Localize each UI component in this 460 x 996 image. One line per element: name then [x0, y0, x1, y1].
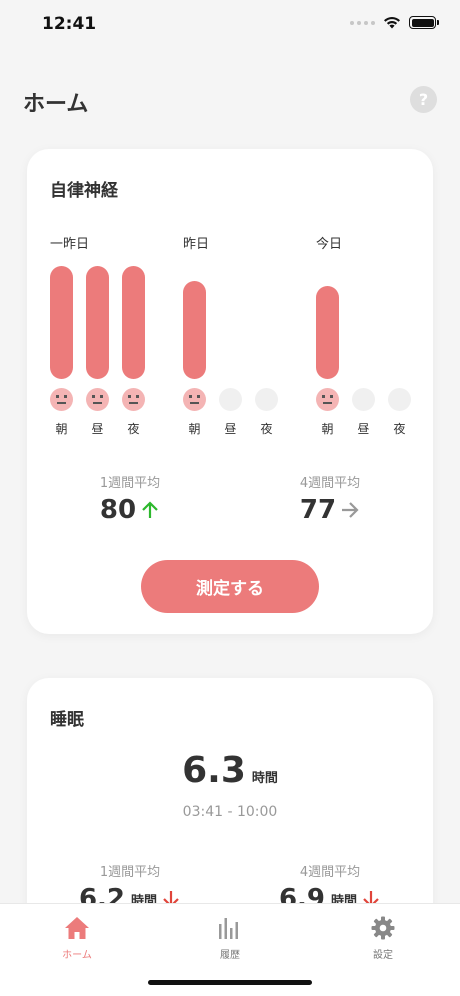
gear-icon — [371, 916, 395, 940]
avg-label: 4週間平均 — [299, 865, 361, 880]
slot-label: 夜 — [393, 422, 406, 436]
tab-label: 設定 — [373, 950, 393, 961]
tab-history[interactable]: 履歴 — [190, 914, 270, 961]
card-title: 自律神経 — [50, 181, 118, 201]
avg-value: 77 — [299, 495, 337, 525]
slot-label: 朝 — [55, 422, 68, 436]
slot-label: 朝 — [188, 422, 201, 436]
sleep-unit: 時間 — [251, 771, 278, 786]
help-icon: ? — [418, 90, 429, 109]
slot-label: 夜 — [127, 422, 140, 436]
avg-label: 1週間平均 — [99, 865, 161, 880]
slot-label: 昼 — [224, 422, 237, 436]
measure-button[interactable]: 測定する — [141, 560, 319, 613]
tab-label: ホーム — [62, 950, 92, 961]
sleep-duration: 6.3 時間 — [27, 750, 433, 791]
slot-label: 昼 — [357, 422, 370, 436]
tab-settings[interactable]: 設定 — [343, 914, 423, 961]
day-label: 今日 — [316, 237, 343, 252]
neutral-face-icon — [183, 388, 206, 411]
month-average: 4週間平均 77 — [250, 472, 410, 525]
sleep-time-range: 03:41 - 10:00 — [182, 804, 278, 820]
empty-face-placeholder — [255, 388, 278, 411]
tab-home[interactable]: ホーム — [37, 914, 117, 961]
slot-label: 昼 — [91, 422, 104, 436]
status-bar: 12:41 — [0, 0, 460, 50]
week-average: 1週間平均 80 — [50, 472, 210, 525]
home-indicator — [148, 980, 312, 985]
slot-label: 朝 — [321, 422, 334, 436]
empty-face-placeholder — [388, 388, 411, 411]
neutral-face-icon — [316, 388, 339, 411]
ans-bar — [183, 281, 206, 379]
page-title: ホーム — [23, 92, 89, 117]
ans-bar — [316, 286, 339, 379]
status-time: 12:41 — [42, 14, 97, 34]
tab-label: 履歴 — [220, 950, 240, 961]
help-button[interactable]: ? — [410, 86, 437, 113]
home-icon — [65, 917, 89, 939]
day-label: 昨日 — [183, 237, 210, 252]
battery-icon — [409, 16, 439, 29]
avg-label: 4週間平均 — [299, 476, 361, 491]
trend-flat-arrow-icon — [342, 502, 359, 518]
cellular-signal-icon — [350, 20, 375, 25]
neutral-face-icon — [50, 388, 73, 411]
history-chart-icon — [219, 918, 238, 939]
wifi-icon — [384, 17, 400, 29]
ans-bar — [122, 266, 145, 379]
ans-bar — [50, 266, 73, 379]
status-icons — [350, 16, 439, 29]
neutral-face-icon — [86, 388, 109, 411]
trend-up-arrow-icon — [142, 501, 158, 518]
empty-face-placeholder — [219, 388, 242, 411]
slot-label: 夜 — [260, 422, 273, 436]
avg-label: 1週間平均 — [99, 476, 161, 491]
day-label: 一昨日 — [50, 237, 90, 252]
card-title: 睡眠 — [50, 710, 84, 730]
neutral-face-icon — [122, 388, 145, 411]
avg-value: 80 — [99, 495, 137, 525]
sleep-value: 6.3 — [182, 750, 246, 791]
autonomic-nerve-card[interactable]: 自律神経 一昨日 朝 昼 夜 昨日 朝 昼 夜 今日 朝 昼 夜 1週間平均 8… — [27, 149, 433, 634]
empty-face-placeholder — [352, 388, 375, 411]
ans-bar — [86, 266, 109, 379]
